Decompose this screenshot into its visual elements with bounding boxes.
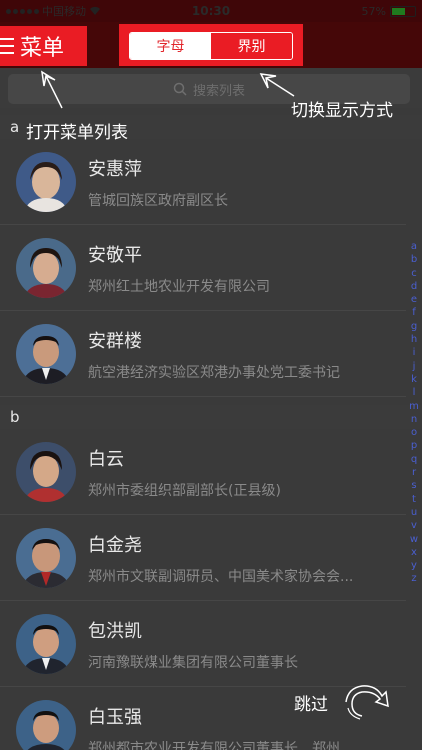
contact-row[interactable]: 包洪凯 河南豫联煤业集团有限公司董事长 — [0, 601, 406, 687]
index-letter-a[interactable]: a — [411, 240, 417, 253]
index-letter-j[interactable]: j — [413, 360, 416, 373]
index-letter-w[interactable]: w — [410, 533, 418, 546]
contact-row[interactable]: 白金尧 郑州市文联副调研员、中国美术家协会会... — [0, 515, 406, 601]
index-letter-r[interactable]: r — [412, 466, 416, 479]
contact-title: 郑州都市农业开发有限公司董事长、郑州... — [88, 741, 354, 750]
avatar — [16, 152, 76, 212]
index-letter-g[interactable]: g — [411, 320, 417, 333]
index-letter-h[interactable]: h — [411, 333, 417, 346]
swipe-arrow-icon[interactable] — [342, 682, 392, 722]
contact-name: 安敬平 — [88, 245, 142, 266]
contact-row[interactable]: 安惠萍 管城回族区政府副区长 — [0, 139, 406, 225]
index-letter-s[interactable]: s — [411, 479, 416, 492]
index-letter-b[interactable]: b — [411, 253, 417, 266]
index-letter-m[interactable]: m — [409, 400, 419, 413]
segmented-control: 字母 界别 — [129, 32, 293, 60]
avatar — [16, 528, 76, 588]
switch-mode-hint: 切换显示方式 — [291, 101, 393, 121]
contact-name: 包洪凯 — [88, 621, 142, 642]
index-letter-z[interactable]: z — [411, 572, 416, 585]
index-letter-y[interactable]: y — [411, 559, 417, 572]
index-letter-v[interactable]: v — [411, 519, 417, 532]
contact-name: 安惠萍 — [88, 159, 142, 180]
contact-title: 郑州市委组织部副部长(正县级) — [88, 483, 281, 499]
search-placeholder: 搜索列表 — [192, 83, 245, 99]
contact-row[interactable]: 白云 郑州市委组织部副部长(正县级) — [0, 429, 406, 515]
contact-row[interactable]: 安群楼 航空港经济实验区郑港办事处党工委书记 — [0, 311, 406, 397]
hamburger-icon — [0, 38, 14, 54]
skip-button[interactable]: 跳过 — [294, 690, 328, 715]
avatar — [16, 700, 76, 750]
index-letter-k[interactable]: k — [411, 373, 417, 386]
menu-button[interactable]: 菜单 — [0, 26, 87, 66]
contact-name: 安群楼 — [88, 331, 142, 352]
index-letter-e[interactable]: e — [411, 293, 417, 306]
index-letter-t[interactable]: t — [412, 493, 416, 506]
contact-row[interactable]: 安敬平 郑州红土地农业开发有限公司 — [0, 225, 406, 311]
menu-label: 菜单 — [20, 36, 65, 61]
display-mode-switch: 字母 界别 — [119, 24, 303, 66]
segment-sector[interactable]: 界别 — [211, 33, 292, 59]
status-time: 10:30 — [191, 4, 231, 18]
segment-letter[interactable]: 字母 — [130, 33, 211, 59]
index-letter-o[interactable]: o — [411, 426, 417, 439]
avatar — [16, 324, 76, 384]
arrow-up-left-icon — [41, 70, 63, 109]
contact-title: 航空港经济实验区郑港办事处党工委书记 — [88, 365, 340, 381]
index-letter-d[interactable]: d — [411, 280, 417, 293]
index-letter-p[interactable]: p — [411, 439, 417, 452]
index-letter-x[interactable]: x — [411, 546, 417, 559]
index-letter-n[interactable]: n — [411, 413, 417, 426]
avatar — [16, 614, 76, 674]
index-letter-i[interactable]: i — [413, 346, 416, 359]
index-letter-q[interactable]: q — [411, 453, 417, 466]
contact-title: 郑州红土地农业开发有限公司 — [88, 279, 270, 295]
section-header-b: b — [0, 405, 422, 429]
index-letter-c[interactable]: c — [411, 267, 417, 280]
status-bar: 中国移动 10:30 57% — [0, 0, 422, 22]
open-menu-hint: 打开菜单列表 — [26, 123, 128, 143]
search-icon — [173, 82, 187, 96]
index-letter-u[interactable]: u — [411, 506, 417, 519]
avatar — [16, 442, 76, 502]
index-letter-f[interactable]: f — [412, 306, 416, 319]
contact-title: 郑州市文联副调研员、中国美术家协会会... — [88, 569, 354, 585]
contact-name: 白玉强 — [88, 707, 142, 728]
contact-name: 白金尧 — [88, 535, 142, 556]
contact-title: 管城回族区政府副区长 — [88, 193, 228, 209]
avatar — [16, 238, 76, 298]
contact-title: 河南豫联煤业集团有限公司董事长 — [88, 655, 298, 671]
index-letter-l[interactable]: l — [413, 386, 416, 399]
contact-name: 白云 — [88, 449, 124, 470]
alphabet-index[interactable]: abcdefghijklmnopqrstuvwxyz — [407, 240, 421, 586]
